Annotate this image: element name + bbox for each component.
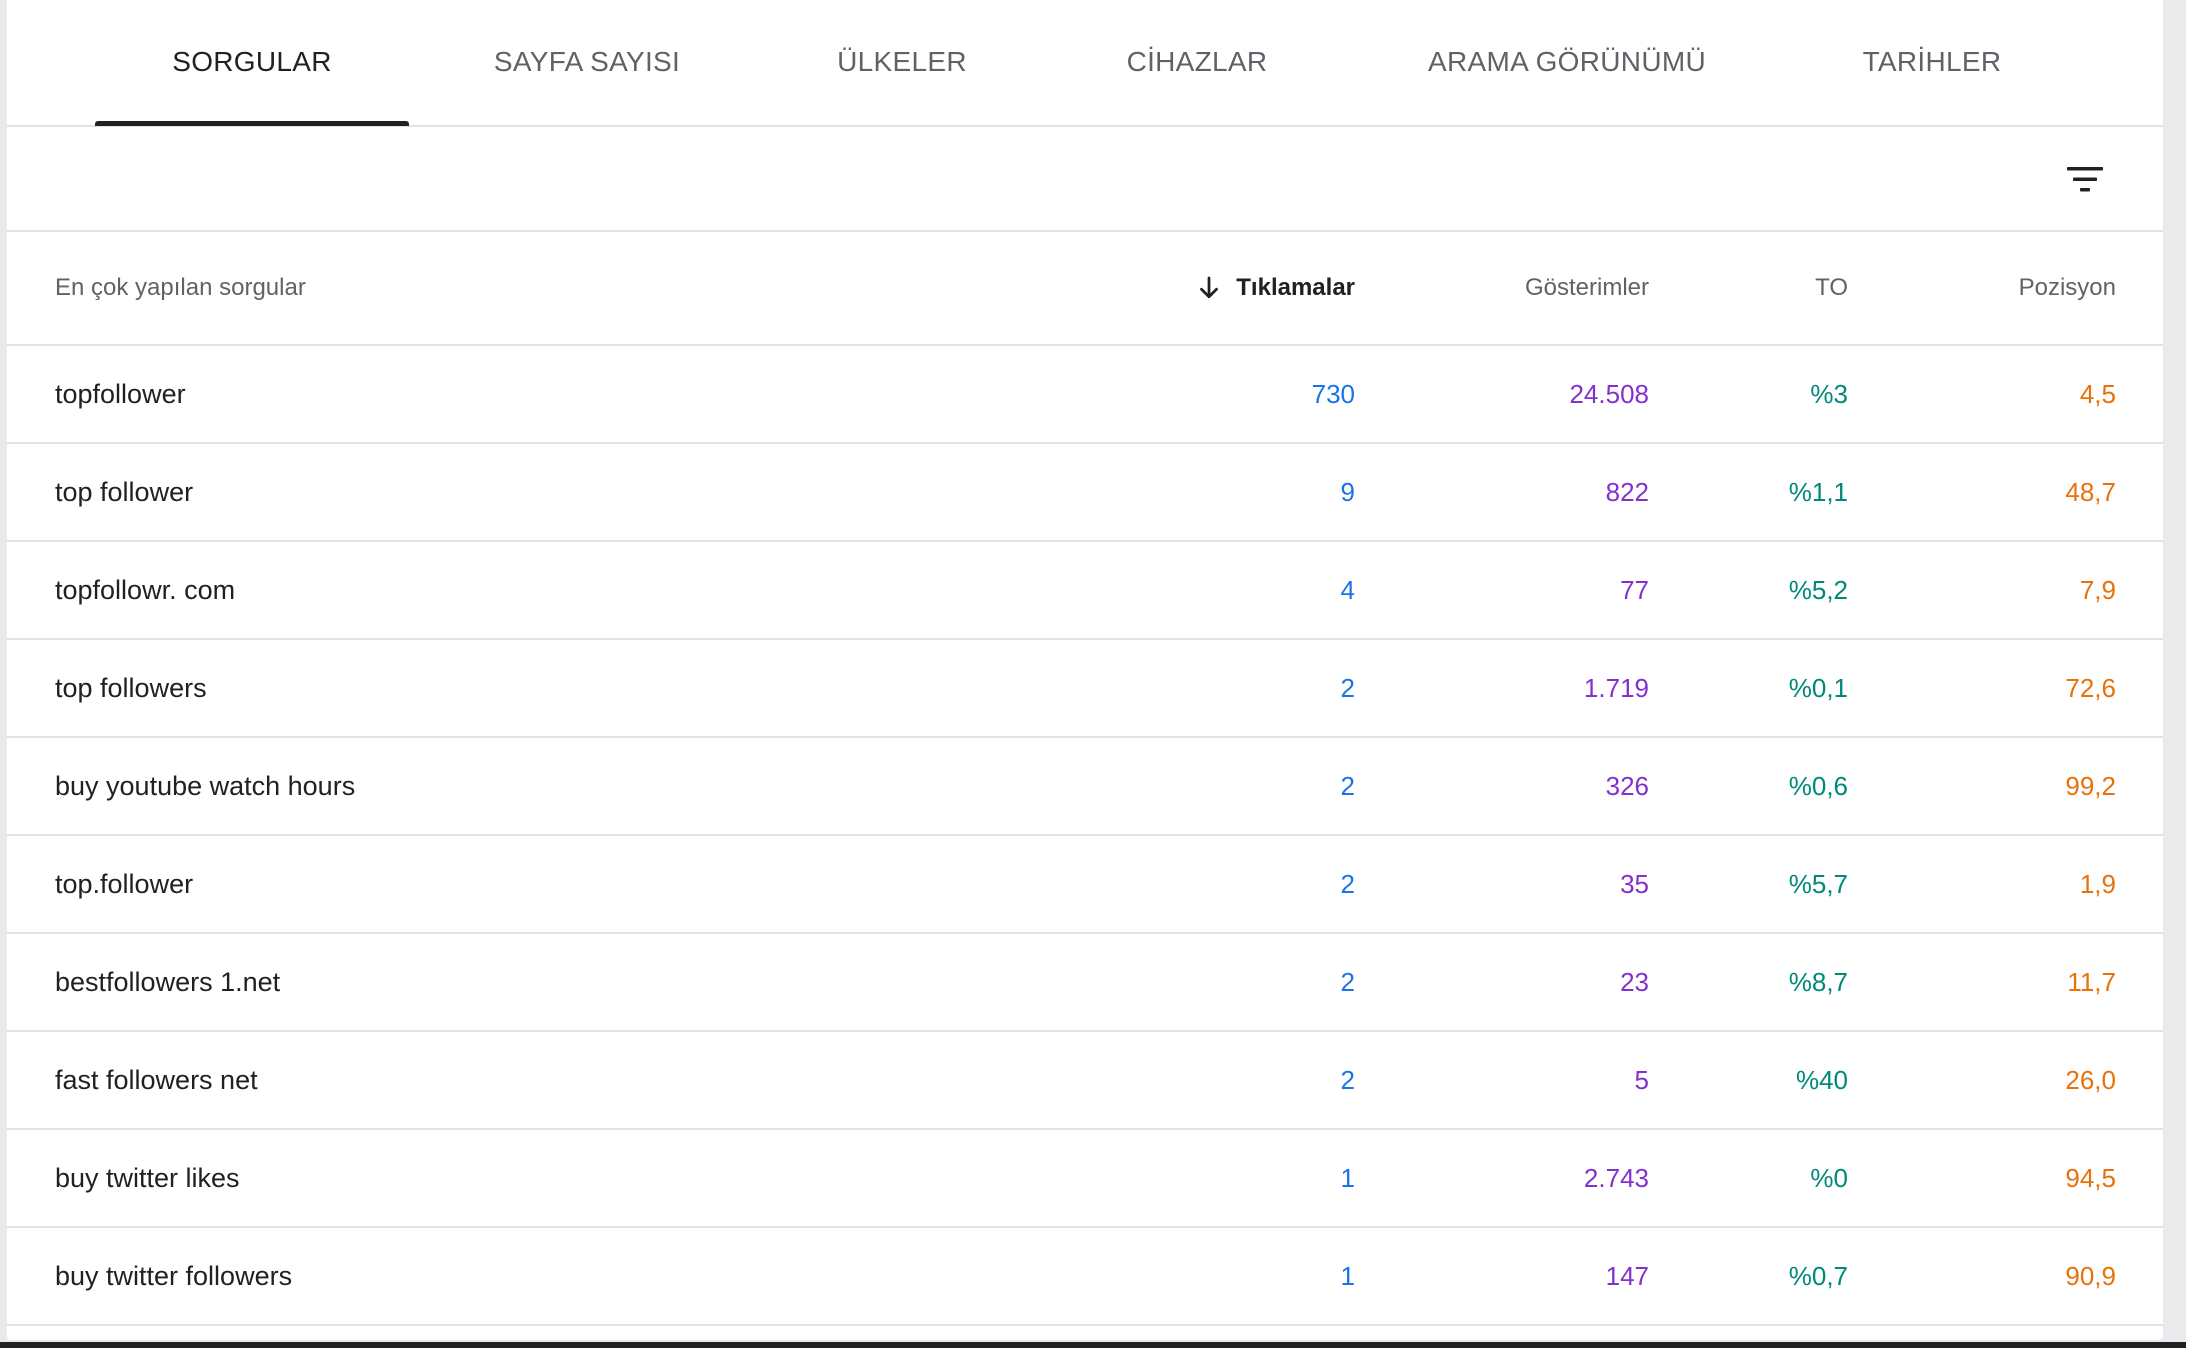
ctr-cell: %5,7	[1788, 868, 1848, 899]
header-clicks[interactable]: Tıklamalar	[1194, 232, 1355, 344]
ctr-cell: %8,7	[1788, 966, 1848, 997]
impressions-cell: 77	[1620, 574, 1649, 605]
ctr-cell: %40	[1795, 1064, 1848, 1095]
position-cell: 11,7	[2067, 966, 2116, 997]
queries-table: En çok yapılan sorgular Tıklamalar Göste…	[7, 232, 2163, 1326]
ctr-cell: %0,6	[1788, 770, 1848, 801]
query-cell: topfollowr. com	[55, 574, 236, 605]
clicks-cell: 9	[1340, 476, 1355, 507]
arrow-down-icon	[1200, 276, 1219, 299]
active-tab-indicator	[95, 121, 409, 126]
table-row[interactable]: topfollowr. com 4 77 %5,2 7,9	[7, 542, 2163, 640]
header-ctr[interactable]: TO	[1815, 232, 1848, 344]
ctr-cell: %5,2	[1788, 574, 1848, 605]
tab-devices[interactable]: CİHAZLAR	[1077, 0, 1317, 127]
impressions-cell: 1.719	[1583, 672, 1649, 703]
clicks-cell: 4	[1340, 574, 1355, 605]
table-row[interactable]: bestfollowers 1.net 2 23 %8,7 11,7	[7, 934, 2163, 1032]
tab-dates[interactable]: TARİHLER	[1807, 0, 2057, 127]
table-row[interactable]: fast followers net 2 5 %40 26,0	[7, 1032, 2163, 1130]
tab-search-appearance[interactable]: ARAMA GÖRÜNÜMÜ	[1407, 0, 1727, 127]
table-header-row: En çok yapılan sorgular Tıklamalar Göste…	[7, 232, 2163, 346]
impressions-cell: 326	[1605, 770, 1649, 801]
position-cell: 72,6	[2065, 672, 2116, 703]
query-cell: top followers	[55, 672, 207, 703]
header-impressions[interactable]: Gösterimler	[1525, 232, 1649, 344]
header-position[interactable]: Pozisyon	[2019, 232, 2116, 344]
query-cell: bestfollowers 1.net	[55, 966, 281, 997]
clicks-cell: 2	[1340, 672, 1355, 703]
header-query[interactable]: En çok yapılan sorgular	[55, 232, 306, 344]
window-bottom-edge	[0, 1342, 2186, 1348]
impressions-cell: 35	[1620, 868, 1649, 899]
query-cell: top follower	[55, 476, 194, 507]
tab-countries[interactable]: ÜLKELER	[777, 0, 1027, 127]
filter-bar	[7, 127, 2163, 232]
position-cell: 26,0	[2065, 1064, 2116, 1095]
impressions-cell: 24.508	[1569, 378, 1649, 409]
position-cell: 4,5	[2079, 378, 2116, 409]
clicks-cell: 2	[1340, 1064, 1355, 1095]
ctr-cell: %3	[1810, 378, 1848, 409]
ctr-cell: %0	[1810, 1162, 1848, 1193]
query-cell: topfollower	[55, 378, 186, 409]
query-cell: fast followers net	[55, 1064, 258, 1095]
ctr-cell: %0,7	[1788, 1260, 1848, 1291]
table-row[interactable]: topfollower 730 24.508 %3 4,5	[7, 346, 2163, 444]
position-cell: 48,7	[2065, 476, 2116, 507]
impressions-cell: 822	[1605, 476, 1649, 507]
query-cell: buy twitter followers	[55, 1260, 293, 1291]
clicks-cell: 2	[1340, 966, 1355, 997]
impressions-cell: 147	[1605, 1260, 1649, 1291]
table-row[interactable]: buy youtube watch hours 2 326 %0,6 99,2	[7, 738, 2163, 836]
position-cell: 94,5	[2065, 1162, 2116, 1193]
table-row[interactable]: top followers 2 1.719 %0,1 72,6	[7, 640, 2163, 738]
tab-pages[interactable]: SAYFA SAYISI	[447, 0, 727, 127]
query-cell: buy twitter likes	[55, 1162, 240, 1193]
query-cell: buy youtube watch hours	[55, 770, 356, 801]
table-row[interactable]: buy twitter followers 1 147 %0,7 90,9	[7, 1228, 2163, 1326]
impressions-cell: 5	[1634, 1064, 1649, 1095]
query-cell: top.follower	[55, 868, 194, 899]
position-cell: 7,9	[2079, 574, 2116, 605]
impressions-cell: 2.743	[1583, 1162, 1649, 1193]
header-clicks-label: Tıklamalar	[1236, 274, 1355, 301]
ctr-cell: %0,1	[1788, 672, 1848, 703]
table-row[interactable]: buy twitter likes 1 2.743 %0 94,5	[7, 1130, 2163, 1228]
table-row[interactable]: top.follower 2 35 %5,7 1,9	[7, 836, 2163, 934]
report-tabs: SORGULAR SAYFA SAYISI ÜLKELER CİHAZLAR A…	[7, 0, 2163, 127]
impressions-cell: 23	[1620, 966, 1649, 997]
tab-queries[interactable]: SORGULAR	[95, 0, 409, 127]
clicks-cell: 1	[1340, 1162, 1355, 1193]
ctr-cell: %1,1	[1788, 476, 1848, 507]
filter-icon[interactable]	[2061, 155, 2109, 203]
clicks-cell: 730	[1311, 378, 1355, 409]
performance-panel: SORGULAR SAYFA SAYISI ÜLKELER CİHAZLAR A…	[7, 0, 2163, 1340]
position-cell: 1,9	[2079, 868, 2116, 899]
clicks-cell: 1	[1340, 1260, 1355, 1291]
position-cell: 99,2	[2065, 770, 2116, 801]
position-cell: 90,9	[2065, 1260, 2116, 1291]
clicks-cell: 2	[1340, 770, 1355, 801]
clicks-cell: 2	[1340, 868, 1355, 899]
table-row[interactable]: top follower 9 822 %1,1 48,7	[7, 444, 2163, 542]
